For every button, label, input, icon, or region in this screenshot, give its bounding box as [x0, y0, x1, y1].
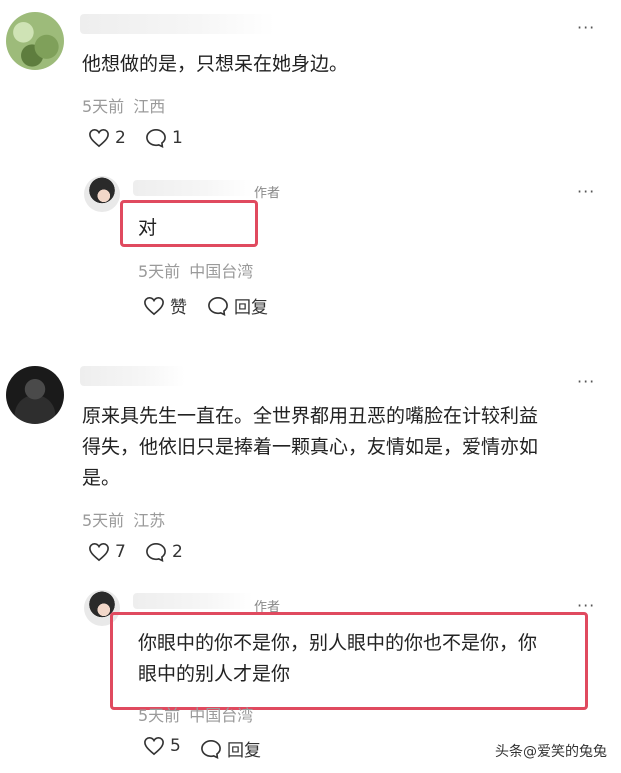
heart-icon [89, 542, 109, 562]
comment-text-line: 得失，他依旧只是捧着一颗真心，友情如是，爱情亦如 [82, 436, 539, 458]
reply-count-button[interactable]: 1 [145, 128, 183, 148]
reply-count: 1 [172, 128, 183, 148]
comment-meta: 5天前 江苏 [82, 507, 165, 531]
avatar[interactable] [84, 176, 120, 212]
comment-text: 他想做的是，只想呆在她身边。 [82, 53, 349, 75]
reply-location: 中国台湾 [189, 706, 254, 725]
comment-bubble-icon [208, 296, 228, 316]
username-blurred[interactable] [80, 14, 275, 34]
like-button[interactable]: 赞 [143, 293, 187, 318]
comment-meta: 5天前 江西 [82, 93, 165, 117]
username-blurred[interactable] [133, 593, 253, 609]
username-blurred[interactable] [133, 180, 253, 196]
heart-icon [89, 128, 109, 148]
like-label: 赞 [170, 298, 187, 318]
comment-bubble-icon [201, 739, 221, 759]
comment-text-line: 原来具先生一直在。全世界都用丑恶的嘴脸在计较利益 [82, 405, 539, 427]
reply-time: 5天前 [138, 706, 181, 725]
reply-text-line: 眼中的别人才是你 [138, 663, 291, 685]
comment-time: 5天前 [82, 511, 125, 530]
reply-text-line: 你眼中的你不是你，别人眼中的你也不是你，你 [138, 632, 538, 654]
avatar[interactable] [6, 12, 64, 70]
reply-label: 回复 [234, 298, 268, 318]
like-count: 7 [115, 542, 126, 562]
reply-text: 你眼中的你不是你，别人眼中的你也不是你，你 眼中的别人才是你 [138, 628, 537, 690]
reply-text: 对 [138, 217, 158, 239]
more-icon[interactable]: ··· [577, 372, 595, 391]
author-tag: 作者 [254, 186, 281, 201]
avatar[interactable] [6, 366, 64, 424]
reply-meta: 5天前 中国台湾 [138, 258, 253, 282]
like-button[interactable]: 7 [88, 542, 126, 562]
watermark: 头条@爱笑的兔兔 [495, 744, 607, 760]
comment-location: 江苏 [133, 511, 166, 530]
heart-icon [144, 296, 164, 315]
reply-label: 回复 [227, 741, 261, 761]
username-blurred[interactable] [80, 366, 185, 386]
reply-button[interactable]: 回复 [207, 293, 268, 318]
reply-location: 中国台湾 [189, 262, 254, 281]
comment-text-line: 是。 [82, 467, 121, 489]
like-button[interactable]: 2 [88, 128, 126, 148]
more-icon[interactable]: ··· [577, 18, 595, 37]
comment-bubble-icon [146, 128, 166, 148]
comment-location: 江西 [133, 97, 166, 116]
reply-meta: 5天前 中国台湾 [138, 702, 253, 726]
like-count: 2 [115, 128, 126, 148]
comment-time: 5天前 [82, 97, 125, 116]
heart-icon [144, 736, 164, 756]
reply-button[interactable]: 回复 [200, 736, 261, 761]
reply-count: 2 [172, 542, 183, 562]
like-count: 5 [170, 736, 181, 756]
like-button[interactable]: 5 [143, 736, 181, 756]
comment-text: 原来具先生一直在。全世界都用丑恶的嘴脸在计较利益 得失，他依旧只是捧着一颗真心，… [82, 401, 538, 494]
comment-bubble-icon [146, 542, 166, 562]
more-icon[interactable]: ··· [577, 182, 595, 201]
reply-count-button[interactable]: 2 [145, 542, 183, 562]
reply-time: 5天前 [138, 262, 181, 281]
